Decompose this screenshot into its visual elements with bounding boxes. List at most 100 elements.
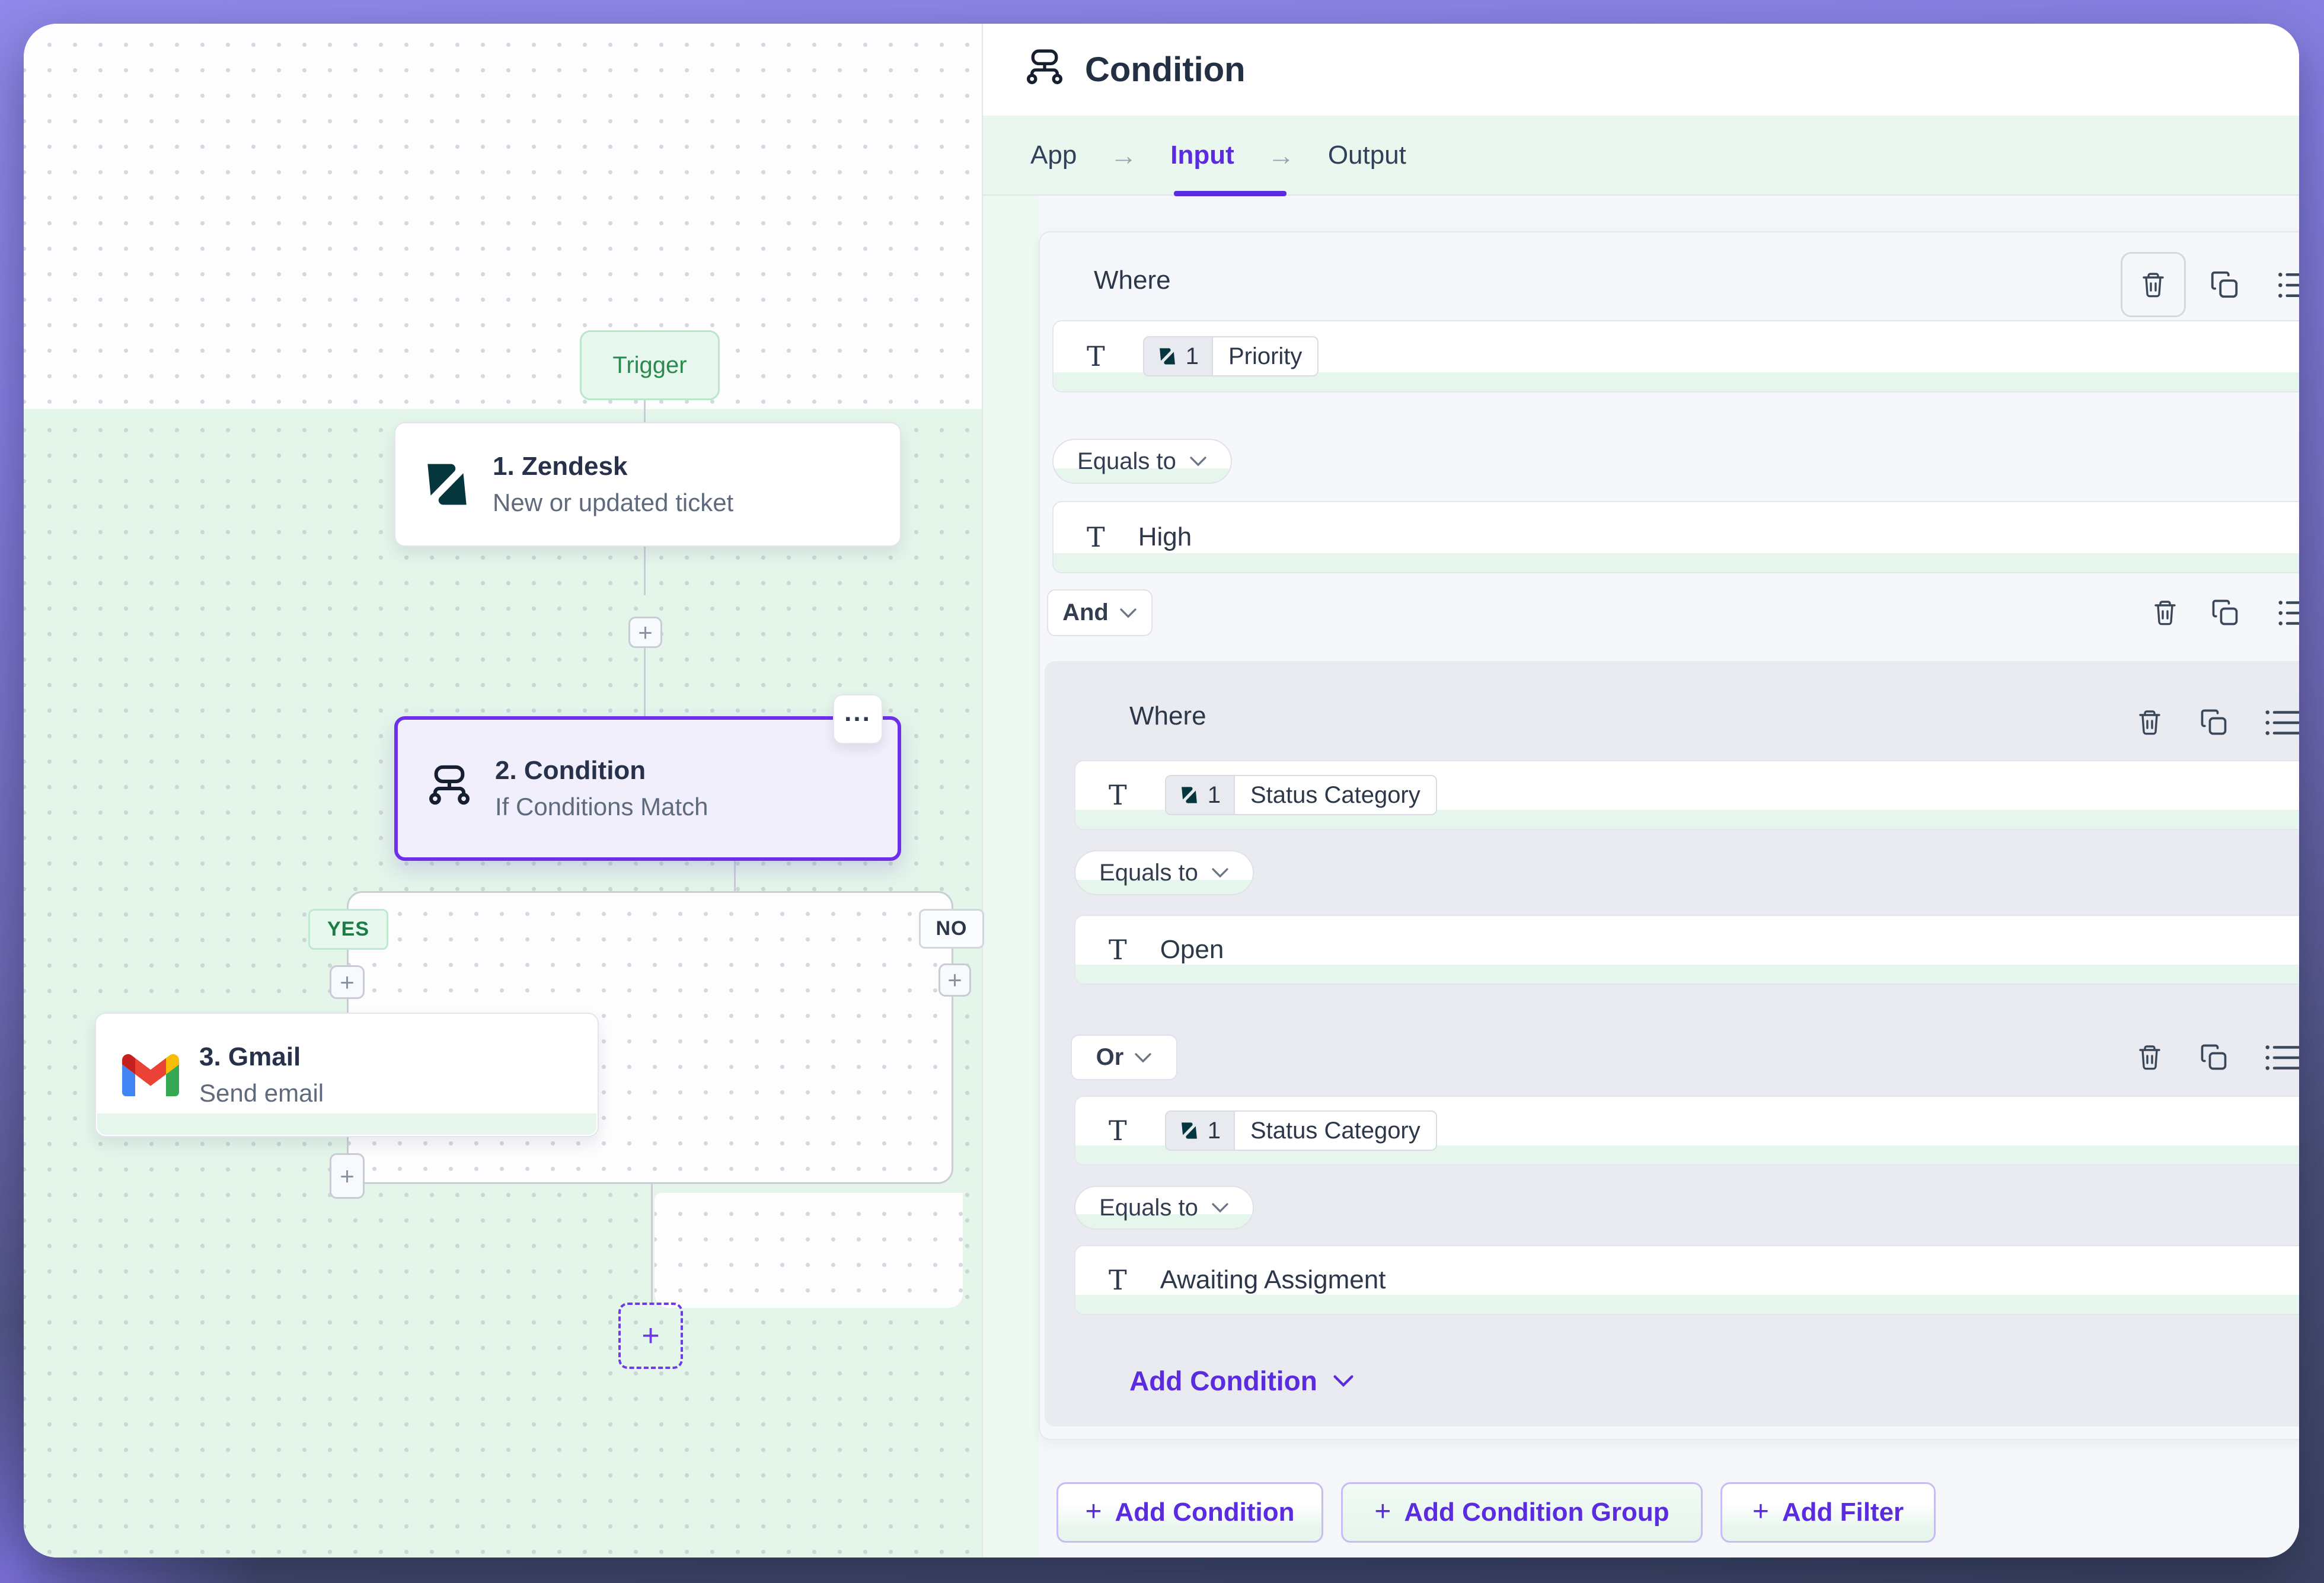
add-step-no-branch[interactable]: + [938,963,971,997]
chevron-down-icon [1211,1202,1229,1213]
add-step-yes-branch[interactable]: + [330,965,365,999]
connector-merge-down [651,1183,653,1304]
add-condition-group-button[interactable]: + Add Condition Group [1341,1482,1703,1543]
panel-divider [982,24,983,1558]
gmail-node-tint [97,1113,596,1135]
group-joiner-dropdown[interactable]: And [1047,589,1153,636]
list-icon [2264,1043,2299,1073]
variable-pill-priority[interactable]: 1 Priority [1143,336,1319,376]
copy-icon [2198,1042,2229,1073]
chevron-down-icon [1211,867,1229,878]
group-add-condition-dropdown[interactable]: Add Condition [1129,1365,1354,1397]
copy-icon [2198,707,2229,738]
group-condition2-operator-dropdown[interactable]: Equals to [1074,1186,1254,1230]
duplicate-filter-button[interactable] [2208,269,2240,301]
delete-condition-button[interactable] [2150,597,2181,628]
trigger-badge: Trigger [580,330,720,400]
group-list-view-button[interactable] [2264,708,2299,738]
add-condition-button[interactable]: + Add Condition [1056,1482,1323,1543]
group-or-joiner-dropdown[interactable]: Or [1071,1035,1177,1080]
operator-label: Equals to [1099,860,1198,886]
condition1-operator-dropdown[interactable]: Equals to [1052,439,1232,484]
row-tint [1054,553,2299,572]
group-condition1-field-input[interactable]: T 1 Status Category [1074,760,2299,830]
group-condition1-value: Open [1160,935,1224,965]
zendesk-logo-icon [1179,785,1199,805]
group-condition1-operator-dropdown[interactable]: Equals to [1074,850,1254,895]
duplicate-group-button[interactable] [2198,707,2229,738]
condition1-value-input[interactable]: T High [1052,501,2299,573]
trigger-label: Trigger [612,352,687,379]
node-zendesk-subtitle: New or updated ticket [493,489,733,517]
app-window: Trigger 1. Zendesk New or updated ticket [24,24,2299,1558]
list-view-button[interactable] [2277,598,2299,628]
condition1-value: High [1138,522,1192,552]
operator-label: Equals to [1099,1195,1198,1221]
add-condition-link-label: Add Condition [1129,1365,1317,1397]
text-type-icon: T [1087,524,1105,551]
group-list-view-button[interactable] [2264,1043,2299,1073]
delete-condition-button[interactable] [2134,1042,2165,1073]
row-tint [1075,965,2299,984]
list-icon [2264,708,2299,738]
panel-left-gutter [983,196,1039,1558]
plus-icon: + [1374,1495,1391,1528]
add-step-below-gmail[interactable]: + [330,1153,365,1199]
variable-pill-status-category[interactable]: 1 Status Category [1165,1110,1437,1151]
list-view-button[interactable] [2277,270,2299,301]
plus-icon: + [1752,1495,1769,1528]
add-filter-button[interactable]: + Add Filter [1720,1482,1936,1543]
tab-app[interactable]: App [1030,141,1077,170]
duplicate-condition-button[interactable] [2210,597,2240,628]
step-number: 1 [1208,782,1221,809]
variable-field-name: Status Category [1235,1112,1436,1150]
condition-title-icon [1022,47,1067,92]
condition1-field-input[interactable]: T 1 Priority [1052,320,2299,392]
group-condition2-value-input[interactable]: T Awaiting Assigment [1074,1245,2299,1315]
node-gmail-subtitle: Send email [199,1079,324,1108]
list-icon [2277,598,2299,628]
list-icon [2277,270,2299,301]
plus-icon: + [1085,1495,1102,1528]
group-where-label: Where [1129,701,1206,731]
add-condition-group-button-label: Add Condition Group [1404,1498,1669,1527]
where-label: Where [1094,266,1171,295]
text-type-icon: T [1109,936,1127,963]
chevron-down-icon [1189,456,1207,467]
joiner-label: And [1062,599,1109,626]
group-condition1-value-input[interactable]: T Open [1074,915,2299,985]
tab-output[interactable]: Output [1328,141,1406,170]
no-label: NO [936,917,968,940]
add-step-between-zendesk-condition[interactable]: + [628,617,662,648]
panel-title: Condition [1085,50,1246,90]
text-type-icon: T [1109,781,1127,809]
variable-field-name: Status Category [1235,776,1436,814]
add-step-after-branch[interactable]: + [618,1303,683,1369]
variable-step-badge: 1 [1166,776,1235,814]
delete-group-button[interactable] [2134,707,2165,738]
variable-step-badge: 1 [1166,1112,1235,1150]
arrow-right-icon: → [1110,139,1137,171]
node-gmail[interactable]: 3. Gmail Send email [95,1013,599,1137]
chevron-down-icon [1134,1052,1152,1063]
gmail-logo-icon [122,1054,179,1096]
add-condition-button-label: Add Condition [1115,1498,1295,1527]
node-condition[interactable]: 2. Condition If Conditions Match [394,716,901,861]
trash-icon [2135,708,2164,736]
tab-input[interactable]: Input [1170,141,1234,170]
variable-pill-status-category[interactable]: 1 Status Category [1165,775,1437,815]
chevron-down-icon [1119,608,1137,618]
panel-tabbar: App → Input → Output [983,116,2299,196]
node-menu-button[interactable]: ... [833,694,883,744]
chevron-down-icon [1333,1374,1354,1387]
group-condition2-field-input[interactable]: T 1 Status Category [1074,1096,2299,1166]
node-zendesk[interactable]: 1. Zendesk New or updated ticket [394,422,901,547]
duplicate-condition-button[interactable] [2198,1042,2229,1073]
delete-filter-button[interactable] [2121,252,2186,317]
text-type-icon: T [1109,1266,1127,1294]
trash-icon [2139,270,2167,299]
variable-field-name: Priority [1213,337,1317,375]
branch-end-area [655,1193,963,1308]
step-number: 1 [1186,343,1199,370]
branch-label-yes: YES [308,909,388,950]
